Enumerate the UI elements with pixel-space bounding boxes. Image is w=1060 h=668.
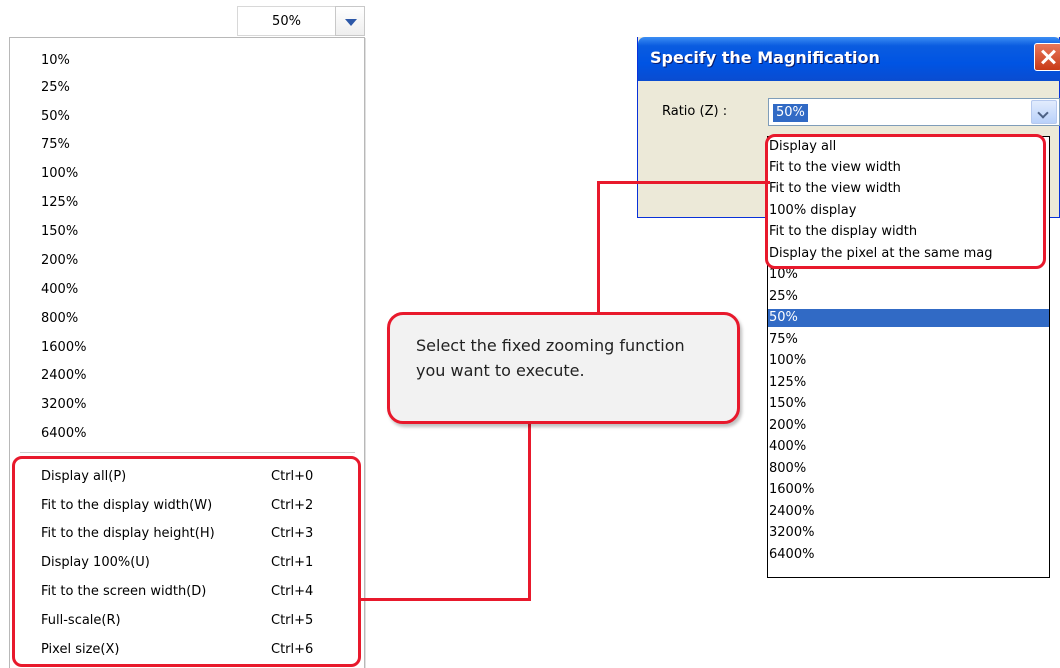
list-item[interactable]: 2400% (768, 503, 1049, 521)
list-item[interactable]: 800% (768, 460, 1049, 478)
menu-item-label: Full-scale(R) (41, 613, 121, 628)
menu-item-shortcut: Ctrl+3 (271, 526, 314, 541)
list-item[interactable]: 75% (768, 331, 1049, 349)
menu-item-shortcut: Ctrl+4 (271, 584, 314, 599)
list-item[interactable]: 3200% (768, 524, 1049, 542)
menu-item-label: Fit to the display width(W) (41, 498, 213, 513)
menu-item-display-all[interactable]: Display all(P) Ctrl+0 (41, 466, 363, 488)
connector-line (358, 598, 531, 601)
connector-line (597, 181, 600, 314)
menu-item-zoom[interactable]: 10% (41, 51, 70, 71)
zoom-menu: 10% 25% 50% 75% 100% 125% 150% 200% 400%… (9, 37, 365, 668)
list-item[interactable]: 200% (768, 417, 1049, 435)
zoom-value[interactable]: 50% (237, 6, 335, 36)
menu-item-label: Fit to the display height(H) (41, 526, 215, 541)
menu-item-zoom[interactable]: 800% (41, 309, 78, 329)
callout: Select the fixed zooming function you wa… (387, 312, 740, 424)
menu-item-shortcut: Ctrl+2 (271, 498, 314, 513)
menu-item-zoom[interactable]: 6400% (41, 424, 86, 444)
menu-item-zoom[interactable]: 3200% (41, 395, 86, 415)
menu-item-label: Pixel size(X) (41, 642, 120, 657)
menu-item-label: Fit to the screen width(D) (41, 584, 207, 599)
menu-item-shortcut: Ctrl+1 (271, 555, 314, 570)
menu-item-label: Display 100%(U) (41, 555, 150, 570)
list-item[interactable]: 6400% (768, 546, 1049, 564)
dropdown-arrow-icon[interactable] (335, 6, 365, 36)
list-item[interactable]: 25% (768, 288, 1049, 306)
list-item[interactable]: Fit to the view width (768, 159, 1049, 177)
menu-item-display-100[interactable]: Display 100%(U) Ctrl+1 (41, 552, 363, 574)
menu-item-full-scale[interactable]: Full-scale(R) Ctrl+5 (41, 610, 363, 632)
menu-item-zoom[interactable]: 75% (41, 135, 70, 155)
menu-item-zoom[interactable]: 125% (41, 193, 78, 213)
menu-item-zoom[interactable]: 150% (41, 222, 78, 242)
menu-item-zoom[interactable]: 200% (41, 251, 78, 271)
menu-item-label: Display all(P) (41, 469, 127, 484)
connector-line (528, 422, 531, 601)
menu-item-fit-display-height[interactable]: Fit to the display height(H) Ctrl+3 (41, 523, 363, 545)
list-item[interactable]: 125% (768, 374, 1049, 392)
list-item[interactable]: Display the pixel at the same mag (768, 245, 1049, 263)
menu-separator (20, 452, 355, 453)
menu-item-zoom[interactable]: 25% (41, 78, 70, 98)
chevron-down-icon[interactable] (1031, 100, 1057, 124)
ratio-option-list: Display all Fit to the view width Fit to… (767, 136, 1050, 578)
menu-item-zoom[interactable]: 1600% (41, 338, 86, 358)
menu-item-shortcut: Ctrl+6 (271, 642, 314, 657)
menu-item-fit-display-width[interactable]: Fit to the display width(W) Ctrl+2 (41, 495, 363, 517)
menu-item-zoom[interactable]: 400% (41, 280, 78, 300)
menu-item-shortcut: Ctrl+0 (271, 469, 314, 484)
menu-item-zoom[interactable]: 2400% (41, 366, 86, 386)
close-icon[interactable] (1034, 43, 1060, 71)
menu-item-zoom[interactable]: 50% (41, 107, 70, 127)
list-item-selected[interactable]: 50% (768, 309, 1049, 327)
list-item[interactable]: 400% (768, 438, 1049, 456)
list-item[interactable]: 1600% (768, 481, 1049, 499)
list-item[interactable]: 10% (768, 266, 1049, 284)
list-item[interactable]: 100% (768, 352, 1049, 370)
zoom-combo[interactable]: 50% (237, 6, 367, 36)
list-item[interactable]: 100% display (768, 202, 1049, 220)
menu-item-shortcut: Ctrl+5 (271, 613, 314, 628)
list-item[interactable]: Fit to the view width (768, 180, 1049, 198)
list-item[interactable]: Fit to the display width (768, 223, 1049, 241)
dialog-title: Specify the Magnification (650, 48, 880, 67)
menu-item-fit-screen-width[interactable]: Fit to the screen width(D) Ctrl+4 (41, 581, 363, 603)
callout-text: Select the fixed zooming function you wa… (416, 336, 685, 380)
dialog-title-bar[interactable]: Specify the Magnification (638, 37, 1060, 81)
ratio-label: Ratio (Z) : (662, 104, 728, 119)
ratio-value[interactable]: 50% (773, 104, 808, 122)
list-item[interactable]: Display all (768, 138, 1049, 156)
menu-item-zoom[interactable]: 100% (41, 164, 78, 184)
list-item[interactable]: 150% (768, 395, 1049, 413)
menu-item-pixel-size[interactable]: Pixel size(X) Ctrl+6 (41, 639, 363, 661)
ratio-combo[interactable]: 50% (768, 98, 1060, 126)
